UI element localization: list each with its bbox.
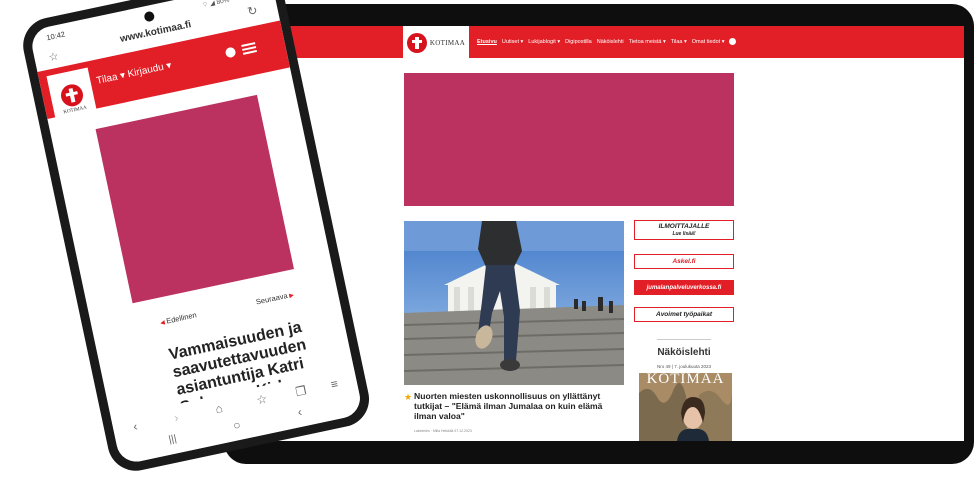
star-icon: ★: [404, 392, 413, 402]
status-time: 10:42: [45, 29, 66, 43]
search-icon[interactable]: [729, 38, 737, 45]
magazine-cover[interactable]: KOTIMAA: [639, 373, 732, 441]
article-meta: Lakeimies · Milla Heikkilä 07.12.2023: [414, 429, 472, 433]
menu-icon[interactable]: ≡: [329, 377, 339, 392]
cross-logo-icon: [406, 33, 427, 53]
menu-item-tietoa[interactable]: Tietoa meistä ▾: [629, 39, 666, 45]
menu-item-lukijablogit[interactable]: Lukijablogit ▾: [528, 39, 560, 45]
menu-item-tilaa[interactable]: Tilaa ▾: [671, 39, 687, 45]
right-arrow-icon: ▶: [287, 292, 295, 300]
recents-icon[interactable]: |||: [168, 433, 178, 445]
nakoislehti-title: Näköislehti: [657, 347, 711, 358]
next-label: Seuraava: [255, 291, 289, 307]
ilmoittajalle-label: ILMOITTAJALLE: [658, 223, 710, 230]
nakoislehti-date: Nro 49 | 7. joulukuuta 2023: [657, 364, 711, 369]
forward-icon[interactable]: ›: [173, 410, 180, 425]
askel-button[interactable]: Askel.fi: [634, 254, 734, 269]
system-back-icon[interactable]: ‹: [296, 405, 303, 420]
avoimet-tyopaikat-button[interactable]: Avoimet työpaikat: [634, 307, 734, 322]
status-icons: ⌔ ◢ 80%: [201, 0, 231, 10]
site-logo[interactable]: KOTIMAA: [403, 26, 469, 60]
prev-link[interactable]: ◀ Edellinen: [159, 310, 198, 327]
tabs-icon[interactable]: ❐: [294, 383, 307, 399]
menu-item-uutiset[interactable]: Uutiset ▾: [502, 39, 523, 45]
article-headline[interactable]: Nuorten miesten uskonnollisuus on yllätt…: [414, 391, 624, 421]
menu-item-omat-tiedot[interactable]: Omat tiedot ▾: [692, 39, 725, 45]
cover-masthead: KOTIMAA: [646, 373, 725, 387]
bookmarks-icon[interactable]: ☆: [255, 392, 268, 408]
menu-item-digipostilla[interactable]: Digipostilla: [565, 39, 592, 45]
lue-lisaa-label: Lue lisää!: [672, 231, 696, 237]
menu-item-etusivu[interactable]: Etusivu: [477, 39, 497, 45]
next-link[interactable]: Seuraava ▶: [255, 290, 295, 307]
system-home-icon[interactable]: ○: [232, 418, 242, 433]
home-icon[interactable]: ⌂: [214, 401, 224, 416]
phone-banner-ad[interactable]: [95, 94, 294, 304]
article-photo[interactable]: [404, 221, 624, 385]
jumalanpalvelus-button[interactable]: jumalanpalveluverkossa.fi: [634, 280, 734, 295]
divider: [657, 339, 711, 340]
back-icon[interactable]: ‹: [132, 419, 139, 434]
cross-logo-icon: [58, 81, 85, 108]
logo-wordmark: KOTIMAA: [63, 105, 88, 115]
camera-notch: [143, 10, 156, 23]
ilmoittajalle-button[interactable]: ILMOITTAJALLE Lue lisää!: [634, 220, 734, 240]
prev-label: Edellinen: [165, 310, 198, 326]
main-menu: Etusivu Uutiset ▾ Lukijablogit ▾ Digipos…: [477, 38, 737, 45]
banner-ad[interactable]: [404, 73, 734, 206]
menu-item-nakoislehti[interactable]: Näköislehti: [597, 39, 624, 45]
logo-wordmark: KOTIMAA: [429, 39, 466, 47]
